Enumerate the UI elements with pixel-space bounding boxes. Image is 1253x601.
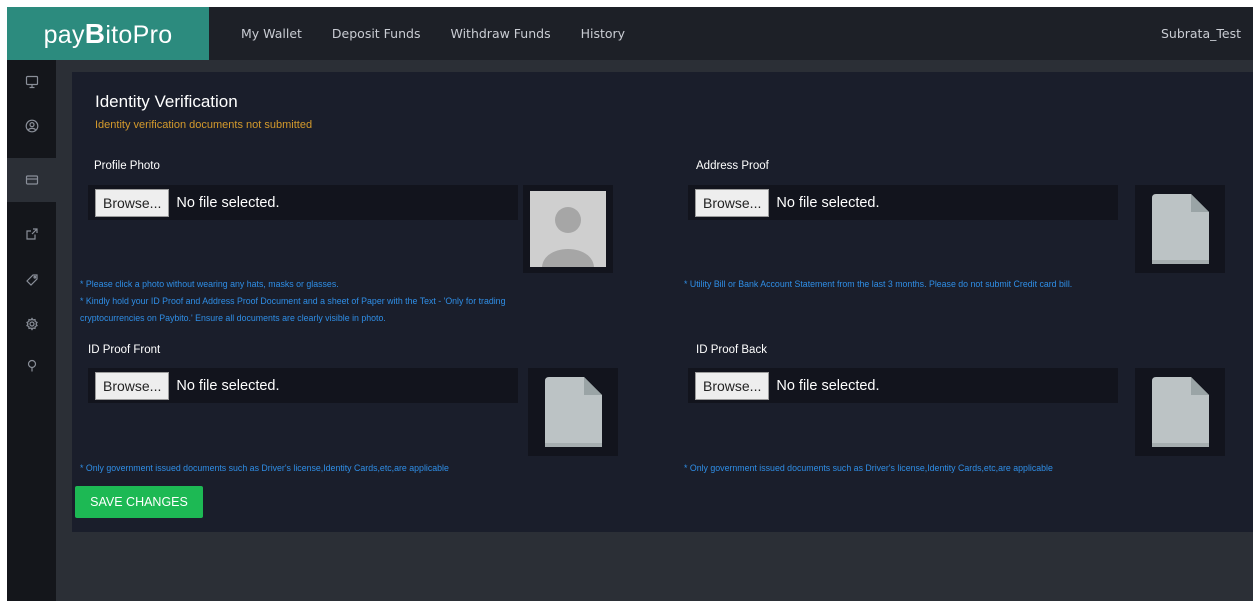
avatar-placeholder-icon xyxy=(530,191,606,267)
gear-icon xyxy=(25,317,38,331)
profile-photo-hint-2: * Kindly hold your ID Proof and Address … xyxy=(80,296,506,306)
user-menu[interactable]: Subrata_Test xyxy=(1161,7,1241,60)
profile-photo-hint-1: * Please click a photo without wearing a… xyxy=(80,279,339,289)
card-icon xyxy=(25,175,38,185)
sidebar-item-profile[interactable] xyxy=(7,104,56,148)
nav-history[interactable]: History xyxy=(581,7,625,60)
id-front-file-input[interactable]: Browse... No file selected. xyxy=(88,368,518,403)
sidebar xyxy=(7,60,56,601)
verification-status: Identity verification documents not subm… xyxy=(95,119,313,131)
document-placeholder-icon xyxy=(1152,194,1209,264)
nav-deposit-funds[interactable]: Deposit Funds xyxy=(332,7,421,60)
sidebar-item-tag[interactable] xyxy=(7,258,56,302)
profile-photo-file-status: No file selected. xyxy=(176,194,280,211)
id-front-file-status: No file selected. xyxy=(176,377,280,394)
id-back-file-input[interactable]: Browse... No file selected. xyxy=(688,368,1118,403)
brand-suffix: itoPro xyxy=(105,21,173,49)
profile-photo-hints: * Please click a photo without wearing a… xyxy=(80,276,680,327)
tag-icon xyxy=(25,274,38,286)
address-proof-file-status: No file selected. xyxy=(776,194,880,211)
sidebar-item-settings[interactable] xyxy=(7,302,56,346)
profile-photo-browse-button[interactable]: Browse... xyxy=(95,188,170,217)
nav-withdraw-funds[interactable]: Withdraw Funds xyxy=(450,7,550,60)
nav-my-wallet[interactable]: My Wallet xyxy=(241,7,302,60)
id-back-hint: * Only government issued documents such … xyxy=(684,463,1053,473)
profile-photo-hint-3: cryptocurrencies on Paybito.' Ensure all… xyxy=(80,313,386,323)
profile-photo-file-input[interactable]: Browse... No file selected. xyxy=(88,185,518,220)
brand-bitcoin-letter: B xyxy=(84,18,106,49)
profile-photo-preview xyxy=(523,185,613,273)
location-pin-icon xyxy=(27,359,36,372)
sidebar-item-verification[interactable] xyxy=(7,158,56,202)
document-placeholder-icon xyxy=(545,377,602,447)
sidebar-item-location[interactable] xyxy=(7,344,56,388)
profile-photo-label: Profile Photo xyxy=(94,160,160,172)
address-proof-hint: * Utility Bill or Bank Account Statement… xyxy=(684,279,1073,289)
main-nav: My Wallet Deposit Funds Withdraw Funds H… xyxy=(241,7,655,60)
share-icon xyxy=(25,228,38,240)
id-front-browse-button[interactable]: Browse... xyxy=(95,371,170,400)
sidebar-item-dashboard[interactable] xyxy=(7,60,56,104)
user-circle-icon xyxy=(25,119,38,133)
document-placeholder-icon xyxy=(1152,377,1209,447)
id-back-preview xyxy=(1135,368,1225,456)
id-front-label: ID Proof Front xyxy=(88,344,161,356)
brand-logo[interactable]: payBitoPro xyxy=(7,7,209,60)
app-frame: payBitoPro My Wallet Deposit Funds Withd… xyxy=(7,7,1253,601)
monitor-icon xyxy=(25,75,38,89)
page-title: Identity Verification xyxy=(95,92,238,111)
main-content: Identity Verification Identity verificat… xyxy=(56,60,1253,601)
id-front-hint: * Only government issued documents such … xyxy=(80,463,449,473)
verification-card: Identity Verification Identity verificat… xyxy=(72,72,1253,532)
sidebar-item-share[interactable] xyxy=(7,212,56,256)
id-back-browse-button[interactable]: Browse... xyxy=(695,371,770,400)
id-back-file-status: No file selected. xyxy=(776,377,880,394)
address-proof-label: Address Proof xyxy=(696,160,769,172)
brand-prefix: pay xyxy=(43,21,85,49)
id-back-label: ID Proof Back xyxy=(696,344,767,356)
address-proof-preview xyxy=(1135,185,1225,273)
address-proof-file-input[interactable]: Browse... No file selected. xyxy=(688,185,1118,220)
top-nav: payBitoPro My Wallet Deposit Funds Withd… xyxy=(7,7,1253,60)
id-front-preview xyxy=(528,368,618,456)
save-changes-button[interactable]: SAVE CHANGES xyxy=(75,486,203,518)
address-proof-browse-button[interactable]: Browse... xyxy=(695,188,770,217)
